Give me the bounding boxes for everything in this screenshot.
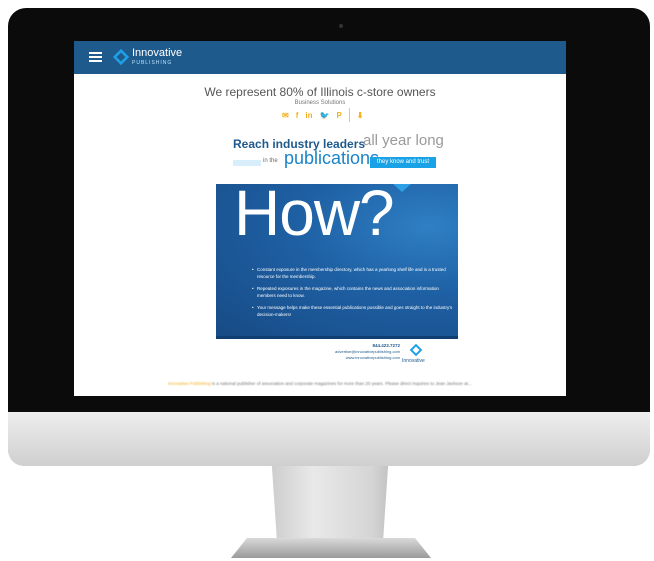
footer-description: is a national publisher of association a… — [211, 381, 472, 386]
ad-bullet-3: Your message helps make these essential … — [252, 304, 457, 318]
footer-publisher-link[interactable]: Innovative Publishing — [168, 381, 211, 386]
page-subheadline: Business Solutions — [294, 100, 346, 106]
highlight-bar — [233, 160, 261, 166]
footer-text: Innovative Publishing is a national publ… — [168, 381, 558, 386]
reach-all-year: all year long — [363, 132, 444, 149]
reach-publications: publications — [284, 148, 380, 168]
hamburger-menu-icon[interactable] — [89, 52, 102, 62]
logo-diamond-icon[interactable] — [112, 48, 130, 66]
download-icon[interactable]: ⬇ — [357, 111, 364, 120]
screen: Innovative PUBLISHING We represent 80% o… — [74, 41, 566, 396]
know-trust-tag: they know and trust — [370, 157, 436, 168]
email-icon[interactable]: ✉ — [282, 111, 289, 120]
contact-block: 844.423.7272 advertise@innovativepublish… — [312, 343, 400, 361]
social-divider — [348, 108, 350, 122]
logo-subtitle: PUBLISHING — [132, 60, 173, 66]
ad-bullet-1: Constant exposure in the membership dire… — [252, 266, 457, 280]
monitor-chin — [8, 412, 650, 466]
twitter-icon[interactable]: 🐦 — [319, 111, 329, 120]
page-headline: We represent 80% of Illinois c-store own… — [204, 85, 436, 99]
social-share-bar: ✉ f in 🐦 P ⬇ — [282, 108, 364, 122]
contact-logo-icon — [409, 343, 423, 357]
pinterest-icon[interactable]: P — [336, 111, 341, 120]
site-header: Innovative PUBLISHING — [74, 41, 566, 74]
webcam-dot — [339, 24, 343, 28]
monitor-stand-neck — [271, 466, 389, 540]
facebook-icon[interactable]: f — [296, 111, 299, 120]
linkedin-icon[interactable]: in — [305, 111, 312, 120]
ad-bullet-2: Repeated exposures in the magazine, whic… — [252, 285, 457, 299]
contact-website[interactable]: www.innovativepublishing.com — [312, 355, 400, 361]
ad-panel: How? Constant exposure in the membership… — [216, 184, 458, 336]
ad-bottom-bar — [216, 336, 458, 339]
ad-pointer — [393, 184, 411, 192]
ad-title: How? — [234, 184, 395, 249]
contact-logo-text: Innovative — [402, 358, 425, 364]
logo-title[interactable]: Innovative — [132, 47, 182, 59]
reach-in-the: in the — [263, 158, 278, 164]
monitor-stand-base — [231, 538, 431, 558]
